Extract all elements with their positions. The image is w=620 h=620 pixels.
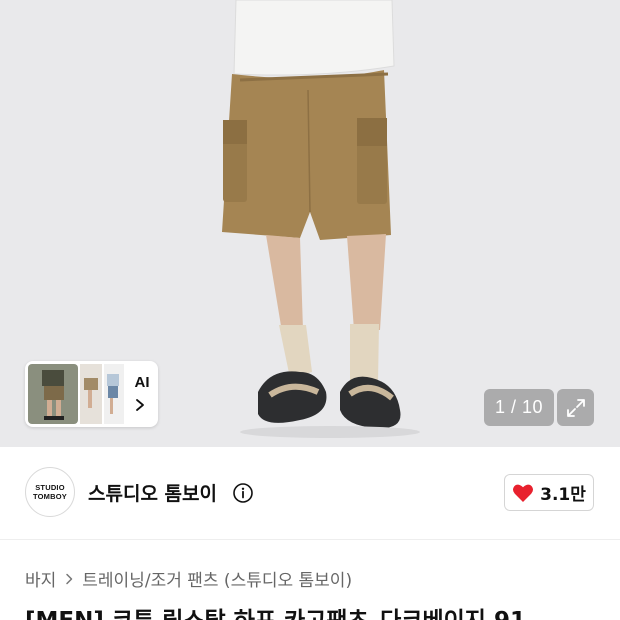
heart-icon [513,484,534,502]
ai-label: AI [134,374,150,391]
image-counter: 1 / 10 [484,389,554,426]
brand-row: STUDIO TOMBOY 스튜디오 톰보이 3.1만 [0,447,620,539]
brand-name[interactable]: 스튜디오 톰보이 [88,479,217,506]
section-divider [0,539,620,540]
like-button[interactable]: 3.1만 [504,474,594,511]
expand-icon [566,398,585,417]
chevron-right-icon [136,399,144,411]
product-title: [MEN] 코튼 립스탑 하프 카고팬츠_다크베이지 91 [25,601,526,620]
brand-logo-line2: TOMBOY [33,492,67,501]
info-icon[interactable] [232,482,254,504]
expand-button[interactable] [557,389,594,426]
brand-logo[interactable]: STUDIO TOMBOY [25,467,75,517]
thumbnail-images [28,364,124,424]
breadcrumb-item-category[interactable]: 바지 [25,566,56,591]
breadcrumb-item-subcategory[interactable]: 트레이닝/조거 팬츠 (스튜디오 톰보이) [82,566,352,591]
brand-logo-line1: STUDIO [35,483,65,492]
ai-thumbnail-strip[interactable]: AI [25,361,158,427]
breadcrumb: 바지 트레이닝/조거 팬츠 (스튜디오 톰보이) [25,566,352,591]
like-count: 3.1만 [540,485,586,505]
chevron-right-icon [66,573,73,584]
product-image-gallery[interactable]: AI 1 / 10 [0,0,620,447]
